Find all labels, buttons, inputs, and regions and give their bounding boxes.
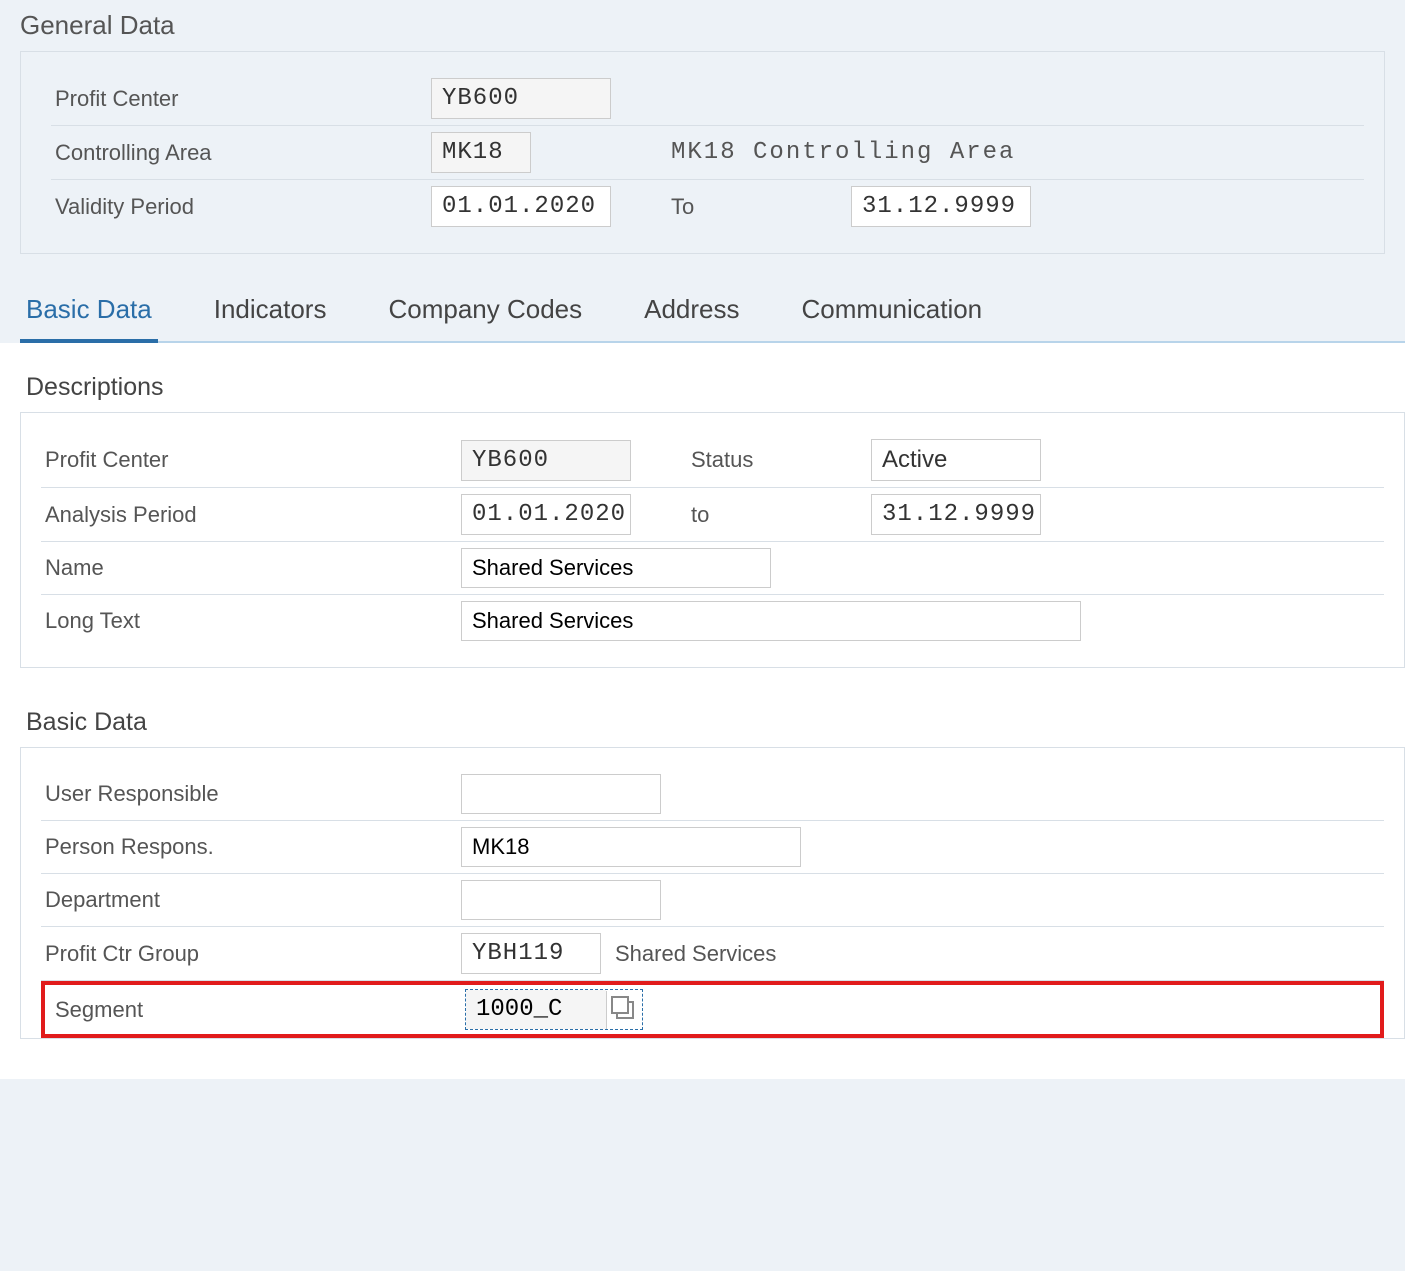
person-respons-label: Person Respons.: [41, 834, 461, 860]
long-text-input[interactable]: [461, 601, 1081, 641]
segment-value-help-wrap: [465, 989, 643, 1030]
analysis-from-value: 01.01.2020: [461, 494, 631, 535]
person-respons-input[interactable]: [461, 827, 801, 867]
desc-profit-center-value: YB600: [461, 440, 631, 481]
descriptions-panel: Profit Center YB600 Status Active Analys…: [20, 412, 1405, 668]
validity-to-value: 31.12.9999: [851, 186, 1031, 227]
analysis-to-label: to: [691, 502, 871, 528]
status-value: Active: [871, 439, 1041, 481]
controlling-area-description: MK18 Controlling Area: [671, 139, 1015, 166]
tab-content: Descriptions Profit Center YB600 Status …: [0, 343, 1405, 1079]
tab-company-codes[interactable]: Company Codes: [382, 284, 588, 343]
segment-row-highlighted: Segment: [41, 981, 1384, 1038]
name-input[interactable]: [461, 548, 771, 588]
tab-basic-data[interactable]: Basic Data: [20, 284, 158, 343]
tab-indicators[interactable]: Indicators: [208, 284, 333, 343]
profit-ctr-group-value: YBH119: [461, 933, 601, 974]
tab-address[interactable]: Address: [638, 284, 745, 343]
analysis-to-value: 31.12.9999: [871, 494, 1041, 535]
segment-input[interactable]: [466, 990, 606, 1029]
general-data-title: General Data: [0, 0, 1405, 51]
basic-data-subtitle: Basic Data: [20, 698, 1405, 747]
desc-profit-center-label: Profit Center: [41, 447, 461, 473]
long-text-label: Long Text: [41, 608, 461, 634]
controlling-area-label: Controlling Area: [51, 140, 431, 166]
user-responsible-input[interactable]: [461, 774, 661, 814]
department-input[interactable]: [461, 880, 661, 920]
tab-strip: Basic Data Indicators Company Codes Addr…: [20, 284, 1405, 343]
descriptions-title: Descriptions: [20, 363, 1405, 412]
value-help-icon: [616, 1001, 634, 1019]
department-label: Department: [41, 887, 461, 913]
user-responsible-label: User Responsible: [41, 781, 461, 807]
validity-period-label: Validity Period: [51, 194, 431, 220]
segment-label: Segment: [51, 997, 465, 1023]
segment-value-help-button[interactable]: [606, 991, 642, 1029]
profit-ctr-group-desc: Shared Services: [615, 941, 776, 967]
profit-ctr-group-label: Profit Ctr Group: [41, 941, 461, 967]
tab-communication[interactable]: Communication: [796, 284, 989, 343]
validity-from-value: 01.01.2020: [431, 186, 611, 227]
status-label: Status: [691, 447, 871, 473]
analysis-period-label: Analysis Period: [41, 502, 461, 528]
general-data-panel: Profit Center YB600 Controlling Area MK1…: [20, 51, 1385, 254]
basic-data-panel: User Responsible Person Respons. Departm…: [20, 747, 1405, 1039]
name-label: Name: [41, 555, 461, 581]
profit-center-label: Profit Center: [51, 86, 431, 112]
controlling-area-value: MK18: [431, 132, 531, 173]
validity-to-label: To: [671, 194, 851, 220]
profit-center-value: YB600: [431, 78, 611, 119]
